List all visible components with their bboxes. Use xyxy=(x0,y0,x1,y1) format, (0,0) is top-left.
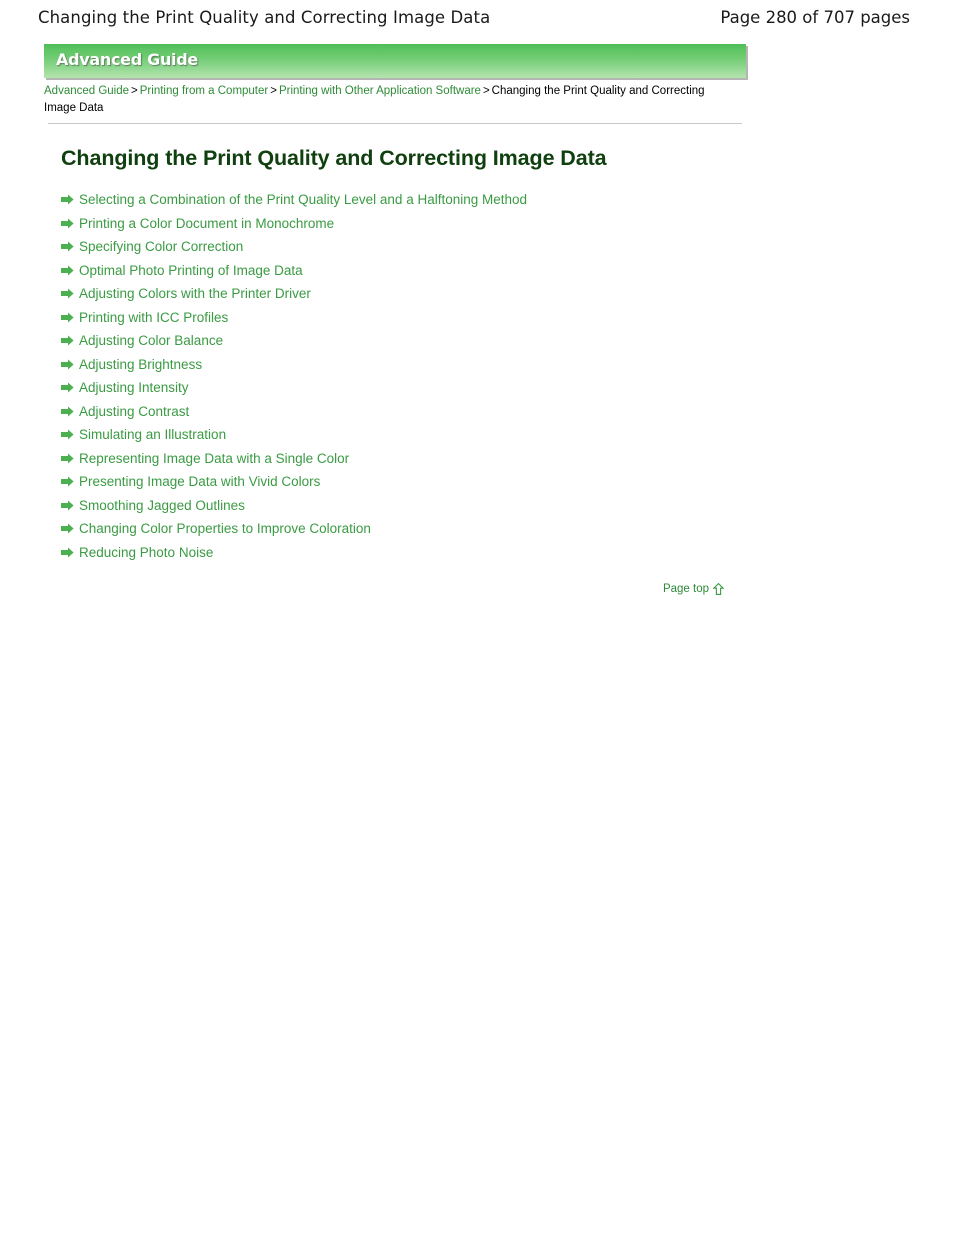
topic-link[interactable]: Adjusting Brightness xyxy=(79,356,202,373)
arrow-right-icon xyxy=(61,476,74,487)
topic-link[interactable]: Presenting Image Data with Vivid Colors xyxy=(79,473,320,490)
breadcrumb-separator: > xyxy=(482,85,490,97)
arrow-right-icon xyxy=(61,359,74,369)
topic-link[interactable]: Reducing Photo Noise xyxy=(79,544,213,561)
header-document-title: Changing the Print Quality and Correctin… xyxy=(38,7,491,27)
list-item[interactable]: Adjusting Brightness xyxy=(61,356,746,380)
list-item[interactable]: Simulating an Illustration xyxy=(61,426,746,450)
page-title: Changing the Print Quality and Correctin… xyxy=(61,146,607,170)
page-top-link[interactable]: Page top xyxy=(663,583,724,595)
arrow-right-icon xyxy=(61,194,74,205)
advanced-guide-banner: Advanced Guide xyxy=(44,44,746,78)
arrow-right-icon xyxy=(61,406,74,416)
list-item[interactable]: Specifying Color Correction xyxy=(61,238,746,262)
arrow-right-icon xyxy=(61,335,74,346)
topic-link[interactable]: Printing with ICC Profiles xyxy=(79,309,228,326)
page-top-label: Page top xyxy=(662,583,709,595)
list-item[interactable]: Adjusting Intensity xyxy=(61,379,746,403)
breadcrumb-divider xyxy=(48,123,742,124)
advanced-guide-banner-label: Advanced Guide xyxy=(56,50,198,69)
breadcrumb-item-printing-from-a-computer[interactable]: Printing from a Computer xyxy=(140,85,268,97)
topic-link[interactable]: Printing a Color Document in Monochrome xyxy=(79,215,334,232)
content-area: Advanced Guide Advanced Guide > Printing f… xyxy=(44,44,746,595)
arrow-right-icon xyxy=(61,312,74,322)
list-item[interactable]: Optimal Photo Printing of Image Data xyxy=(61,262,746,286)
topic-link[interactable]: Simulating an Illustration xyxy=(79,426,226,443)
list-item[interactable]: Reducing Photo Noise xyxy=(61,544,746,568)
arrow-right-icon xyxy=(61,382,74,393)
topic-link[interactable]: Changing Color Properties to Improve Col… xyxy=(79,520,371,537)
breadcrumb-item-advanced-guide[interactable]: Advanced Guide xyxy=(44,85,129,97)
arrow-right-icon xyxy=(61,453,74,463)
list-item[interactable]: Changing Color Properties to Improve Col… xyxy=(61,520,746,544)
page-header: Changing the Print Quality and Correctin… xyxy=(0,0,954,34)
breadcrumb-separator: > xyxy=(270,85,277,97)
arrow-right-icon xyxy=(61,547,74,557)
page-top-row: Page top xyxy=(44,583,746,595)
arrow-right-icon xyxy=(61,265,74,275)
topic-link[interactable]: Adjusting Color Balance xyxy=(79,332,223,349)
list-item[interactable]: Printing with ICC Profiles xyxy=(61,309,746,333)
arrow-up-icon xyxy=(713,583,724,595)
breadcrumb-separator: > xyxy=(131,85,138,97)
arrow-right-icon xyxy=(61,241,74,252)
list-item[interactable]: Adjusting Color Balance xyxy=(61,332,746,356)
arrow-right-icon xyxy=(61,218,74,228)
list-item[interactable]: Representing Image Data with a Single Co… xyxy=(61,450,746,474)
list-item[interactable]: Smoothing Jagged Outlines xyxy=(61,497,746,521)
topic-link[interactable]: Adjusting Colors with the Printer Driver xyxy=(79,285,311,302)
header-page-count: Page 280 of 707 pages xyxy=(720,7,910,27)
list-item[interactable]: Adjusting Contrast xyxy=(61,403,746,427)
list-item[interactable]: Selecting a Combination of the Print Qua… xyxy=(61,191,746,215)
arrow-right-icon xyxy=(61,523,74,534)
arrow-right-icon xyxy=(61,288,74,299)
topic-link[interactable]: Adjusting Contrast xyxy=(79,403,189,420)
arrow-right-icon xyxy=(61,429,74,440)
topic-link[interactable]: Representing Image Data with a Single Co… xyxy=(79,450,349,467)
list-item[interactable]: Adjusting Colors with the Printer Driver xyxy=(61,285,746,309)
list-item[interactable]: Printing a Color Document in Monochrome xyxy=(61,215,746,239)
list-item[interactable]: Presenting Image Data with Vivid Colors xyxy=(61,473,746,497)
topic-link-list: Selecting a Combination of the Print Qua… xyxy=(61,191,746,567)
topic-link[interactable]: Adjusting Intensity xyxy=(79,379,189,396)
topic-link[interactable]: Selecting a Combination of the Print Qua… xyxy=(79,191,527,208)
topic-link[interactable]: Optimal Photo Printing of Image Data xyxy=(79,262,303,279)
breadcrumb: Advanced Guide > Printing from a Computer >… xyxy=(44,83,734,116)
topic-link[interactable]: Smoothing Jagged Outlines xyxy=(79,497,245,514)
topic-link[interactable]: Specifying Color Correction xyxy=(79,238,243,255)
breadcrumb-item-printing-with-other-application-software[interactable]: Printing with Other Application Software xyxy=(279,85,481,97)
arrow-right-icon xyxy=(61,500,74,510)
